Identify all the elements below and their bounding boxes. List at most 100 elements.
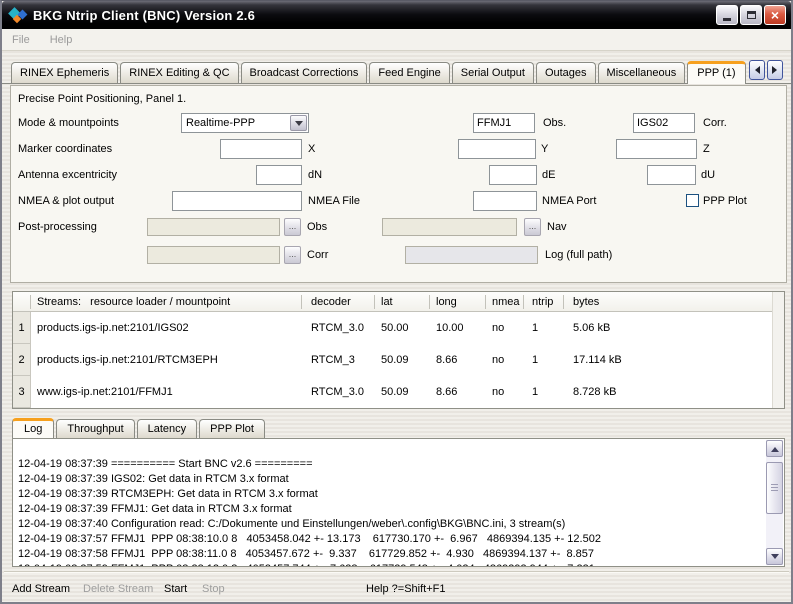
ppp-plot-checkbox[interactable] xyxy=(686,194,699,207)
du-label: dU xyxy=(701,165,715,185)
app-window: BKG Ntrip Client (BNC) Version 2.6 × Fil… xyxy=(0,0,793,604)
scrollbar-thumb[interactable] xyxy=(766,462,783,514)
maximize-button[interactable] xyxy=(740,5,762,25)
minimize-icon xyxy=(723,18,731,21)
tab-outages[interactable]: Outages xyxy=(536,62,596,83)
postproc-nav-input[interactable] xyxy=(382,218,517,236)
tab-throughput[interactable]: Throughput xyxy=(56,419,134,438)
obs-mountpoint-input[interactable] xyxy=(473,113,535,133)
cell-decoder: RTCM_3.0 xyxy=(302,386,375,398)
postproc-log-input[interactable] xyxy=(405,246,538,264)
tab-ppp-1[interactable]: PPP (1) xyxy=(687,61,745,84)
cell-mountpoint: www.igs-ip.net:2101/FFMJ1 xyxy=(31,386,302,398)
nmea-file-input[interactable] xyxy=(172,191,302,211)
tab-rinex-ephemeris[interactable]: RINEX Ephemeris xyxy=(11,62,118,83)
header-streams[interactable]: Streams: resource loader / mountpoint xyxy=(31,295,302,309)
menu-bar: File Help xyxy=(2,29,791,51)
header-nmea[interactable]: nmea xyxy=(486,295,524,309)
postproc-obs-label: Obs xyxy=(307,218,327,236)
log-line: 12-04-19 08:37:39 RTCM3EPH: Get data in … xyxy=(18,487,762,502)
antenna-du-input[interactable] xyxy=(647,165,696,185)
log-line: 12-04-19 08:37:40 Configuration read: C:… xyxy=(18,517,762,532)
scroll-up-button[interactable] xyxy=(766,440,783,457)
cell-nmea: no xyxy=(486,354,524,366)
marker-x-input[interactable] xyxy=(220,139,302,159)
antenna-de-input[interactable] xyxy=(489,165,537,185)
log-text: 12-04-19 08:37:39 ========== Start BNC v… xyxy=(18,457,762,567)
cell-nmea: no xyxy=(486,386,524,398)
table-row[interactable]: 1 products.igs-ip.net:2101/IGS02 RTCM_3.… xyxy=(13,312,784,344)
log-scrollbar[interactable] xyxy=(766,440,783,565)
mode-combobox[interactable]: Realtime-PPP xyxy=(181,113,309,133)
cell-lat: 50.09 xyxy=(375,354,430,366)
tab-ppp-plot[interactable]: PPP Plot xyxy=(199,419,265,438)
browse-corr-button[interactable]: ... xyxy=(284,246,301,264)
header-long[interactable]: long xyxy=(430,295,486,309)
window-title: BKG Ntrip Client (BNC) Version 2.6 xyxy=(33,8,255,23)
mode-combobox-value: Realtime-PPP xyxy=(186,117,255,129)
log-line: 12-04-19 08:37:39 ========== Start BNC v… xyxy=(18,457,762,472)
arrow-left-icon xyxy=(751,66,760,74)
nmea-file-label: NMEA File xyxy=(308,191,360,211)
nmea-port-input[interactable] xyxy=(473,191,537,211)
nmea-port-label: NMEA Port xyxy=(542,191,596,211)
postproc-obs-input[interactable] xyxy=(147,218,280,236)
row-number: 3 xyxy=(13,376,31,408)
cell-long: 10.00 xyxy=(430,322,486,334)
table-row[interactable]: 3 www.igs-ip.net:2101/FFMJ1 RTCM_3.0 50.… xyxy=(13,376,784,408)
corr-mountpoint-input[interactable] xyxy=(633,113,695,133)
table-scrollbar[interactable] xyxy=(772,292,784,408)
cell-nmea: no xyxy=(486,322,524,334)
main-tab-bar: RINEX Ephemeris RINEX Editing & QC Broad… xyxy=(2,59,791,84)
mode-mountpoints-label: Mode & mountpoints xyxy=(18,113,119,133)
marker-z-input[interactable] xyxy=(616,139,697,159)
start-button[interactable]: Start xyxy=(164,583,187,595)
chevron-down-icon xyxy=(295,121,303,130)
tab-log[interactable]: Log xyxy=(12,418,54,439)
cell-long: 8.66 xyxy=(430,354,486,366)
tab-serial-output[interactable]: Serial Output xyxy=(452,62,534,83)
add-stream-button[interactable]: Add Stream xyxy=(12,583,70,595)
log-output[interactable]: 12-04-19 08:37:39 ========== Start BNC v… xyxy=(12,438,785,567)
cell-lat: 50.09 xyxy=(375,386,430,398)
arrow-up-icon xyxy=(771,443,779,452)
tab-latency[interactable]: Latency xyxy=(137,419,198,438)
antenna-dn-input[interactable] xyxy=(256,165,302,185)
cell-bytes: 5.06 kB xyxy=(564,322,784,334)
minimize-button[interactable] xyxy=(716,5,738,25)
app-icon xyxy=(9,7,27,23)
de-label: dE xyxy=(542,165,555,185)
scroll-down-button[interactable] xyxy=(766,548,783,565)
tab-rinex-editing-qc[interactable]: RINEX Editing & QC xyxy=(120,62,238,83)
marker-y-input[interactable] xyxy=(458,139,536,159)
menu-help[interactable]: Help xyxy=(50,34,73,46)
nmea-plot-output-label: NMEA & plot output xyxy=(18,191,114,211)
delete-stream-button[interactable]: Delete Stream xyxy=(83,583,153,595)
browse-obs-button[interactable]: ... xyxy=(284,218,301,236)
close-button[interactable]: × xyxy=(764,5,786,25)
stop-button[interactable]: Stop xyxy=(202,583,225,595)
cell-ntrip: 1 xyxy=(524,322,564,334)
log-line: 12-04-19 08:37:58 FFMJ1 PPP 08:38:11.0 8… xyxy=(18,547,762,562)
header-ntrip[interactable]: ntrip xyxy=(524,295,564,309)
postproc-corr-input[interactable] xyxy=(147,246,280,264)
cell-ntrip: 1 xyxy=(524,386,564,398)
header-bytes[interactable]: bytes xyxy=(564,295,784,309)
menu-file[interactable]: File xyxy=(12,34,30,46)
tab-scroll-left-button[interactable] xyxy=(749,60,765,80)
browse-nav-button[interactable]: ... xyxy=(524,218,541,236)
log-line: 12-04-19 08:37:57 FFMJ1 PPP 08:38:10.0 8… xyxy=(18,532,762,547)
table-header: Streams: resource loader / mountpoint de… xyxy=(13,292,784,312)
log-line: 12-04-19 08:37:59 FFMJ1 PPP 08:38:12.0 8… xyxy=(18,562,762,567)
tab-feed-engine[interactable]: Feed Engine xyxy=(369,62,449,83)
post-processing-label: Post-processing xyxy=(18,218,97,236)
table-row[interactable]: 2 products.igs-ip.net:2101/RTCM3EPH RTCM… xyxy=(13,344,784,376)
tab-scroll-right-button[interactable] xyxy=(767,60,783,80)
combobox-dropdown-button[interactable] xyxy=(290,115,307,131)
close-icon: × xyxy=(771,8,779,22)
tab-miscellaneous[interactable]: Miscellaneous xyxy=(598,62,686,83)
ppp-panel: Precise Point Positioning, Panel 1. Mode… xyxy=(10,85,787,283)
header-lat[interactable]: lat xyxy=(375,295,430,309)
header-decoder[interactable]: decoder xyxy=(302,295,375,309)
tab-broadcast-corrections[interactable]: Broadcast Corrections xyxy=(241,62,368,83)
